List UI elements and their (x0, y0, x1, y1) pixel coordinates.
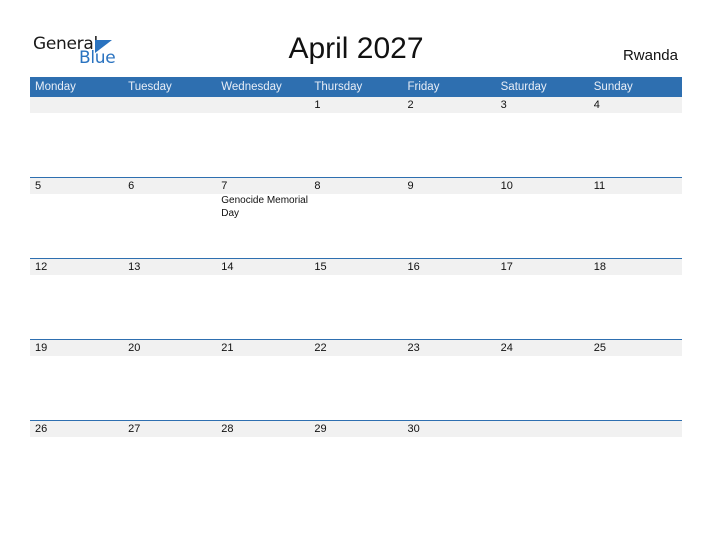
day-number: 8 (314, 180, 321, 192)
day-number: 26 (35, 423, 48, 435)
day-cell: 7 Genocide Memorial Day (216, 177, 309, 258)
weeks-container: 1 2 3 4 5 6 7 Genocide Memorial Day 8 9 10 11 12 13 14… (30, 97, 682, 501)
day-number: 20 (128, 342, 141, 354)
day-number: 10 (500, 180, 513, 192)
day-cell: 20 (123, 339, 216, 420)
day-cell (216, 97, 309, 177)
day-number: 28 (221, 423, 234, 435)
day-number: 6 (128, 180, 135, 192)
day-cell: 27 (123, 420, 216, 501)
week-row: 12 13 14 15 16 17 18 (30, 258, 682, 339)
weekday-header: Monday Tuesday Wednesday Thursday Friday… (30, 77, 682, 97)
day-cell: 24 (496, 339, 589, 420)
day-number: 14 (221, 261, 234, 273)
day-number: 9 (407, 180, 414, 192)
day-cell: 28 (216, 420, 309, 501)
day-cell: 17 (496, 258, 589, 339)
day-cell: 5 (30, 177, 123, 258)
day-number: 11 (593, 180, 606, 192)
day-number: 17 (500, 261, 513, 273)
day-cell: 18 (589, 258, 682, 339)
weekday-thursday: Thursday (314, 81, 363, 93)
day-cell: 3 (496, 97, 589, 177)
day-number: 19 (35, 342, 48, 354)
day-cell: 9 (403, 177, 496, 258)
day-number: 29 (314, 423, 327, 435)
day-cell: 21 (216, 339, 309, 420)
day-cell: 6 (123, 177, 216, 258)
day-number: 3 (500, 99, 507, 111)
weekday-monday: Monday (35, 81, 76, 93)
country-label: Rwanda (622, 47, 678, 64)
week-cells: 5 6 7 Genocide Memorial Day 8 9 10 11 (30, 177, 682, 258)
day-number: 16 (407, 261, 420, 273)
day-cell: 12 (30, 258, 123, 339)
day-number: 30 (407, 423, 420, 435)
holiday-event: Genocide Memorial Day (221, 195, 308, 219)
day-number: 21 (221, 342, 234, 354)
week-row: 26 27 28 29 30 (30, 420, 682, 501)
day-cell (589, 420, 682, 501)
week-cells: 26 27 28 29 30 (30, 420, 682, 501)
day-cell (30, 97, 123, 177)
day-cell: 29 (309, 420, 402, 501)
weekday-friday: Friday (407, 81, 440, 93)
day-cell: 23 (403, 339, 496, 420)
day-number: 23 (407, 342, 420, 354)
day-cell: 2 (403, 97, 496, 177)
day-cell: 15 (309, 258, 402, 339)
day-number: 5 (35, 180, 42, 192)
weekday-saturday: Saturday (500, 81, 547, 93)
weekday-sunday: Sunday (593, 81, 633, 93)
calendar-grid: Monday Tuesday Wednesday Thursday Friday… (30, 77, 682, 501)
day-cell: 14 (216, 258, 309, 339)
day-number: 7 (221, 180, 228, 192)
day-number: 22 (314, 342, 327, 354)
week-cells: 1 2 3 4 (30, 97, 682, 177)
day-cell: 8 (309, 177, 402, 258)
weekday-wednesday: Wednesday (221, 81, 282, 93)
day-number: 12 (35, 261, 48, 273)
day-cell: 1 (309, 97, 402, 177)
day-number: 24 (500, 342, 513, 354)
day-cell: 4 (589, 97, 682, 177)
day-cell: 22 (309, 339, 402, 420)
day-cell (123, 97, 216, 177)
week-row: 1 2 3 4 (30, 97, 682, 177)
day-number: 13 (128, 261, 141, 273)
day-cell: 13 (123, 258, 216, 339)
day-cell: 19 (30, 339, 123, 420)
day-number: 4 (593, 99, 600, 111)
day-number: 1 (314, 99, 321, 111)
day-cell: 11 (589, 177, 682, 258)
day-number: 2 (407, 99, 414, 111)
day-number: 18 (593, 261, 606, 273)
day-cell (496, 420, 589, 501)
day-cell: 26 (30, 420, 123, 501)
day-cell: 16 (403, 258, 496, 339)
week-cells: 12 13 14 15 16 17 18 (30, 258, 682, 339)
day-number: 15 (314, 261, 327, 273)
day-cell: 30 (403, 420, 496, 501)
week-row: 19 20 21 22 23 24 25 (30, 339, 682, 420)
weekday-tuesday: Tuesday (128, 81, 172, 93)
week-cells: 19 20 21 22 23 24 25 (30, 339, 682, 420)
day-cell: 25 (589, 339, 682, 420)
day-number: 27 (128, 423, 141, 435)
day-number: 25 (593, 342, 606, 354)
calendar-title: April 2027 (288, 32, 424, 65)
week-row: 5 6 7 Genocide Memorial Day 8 9 10 11 (30, 177, 682, 258)
day-cell: 10 (496, 177, 589, 258)
